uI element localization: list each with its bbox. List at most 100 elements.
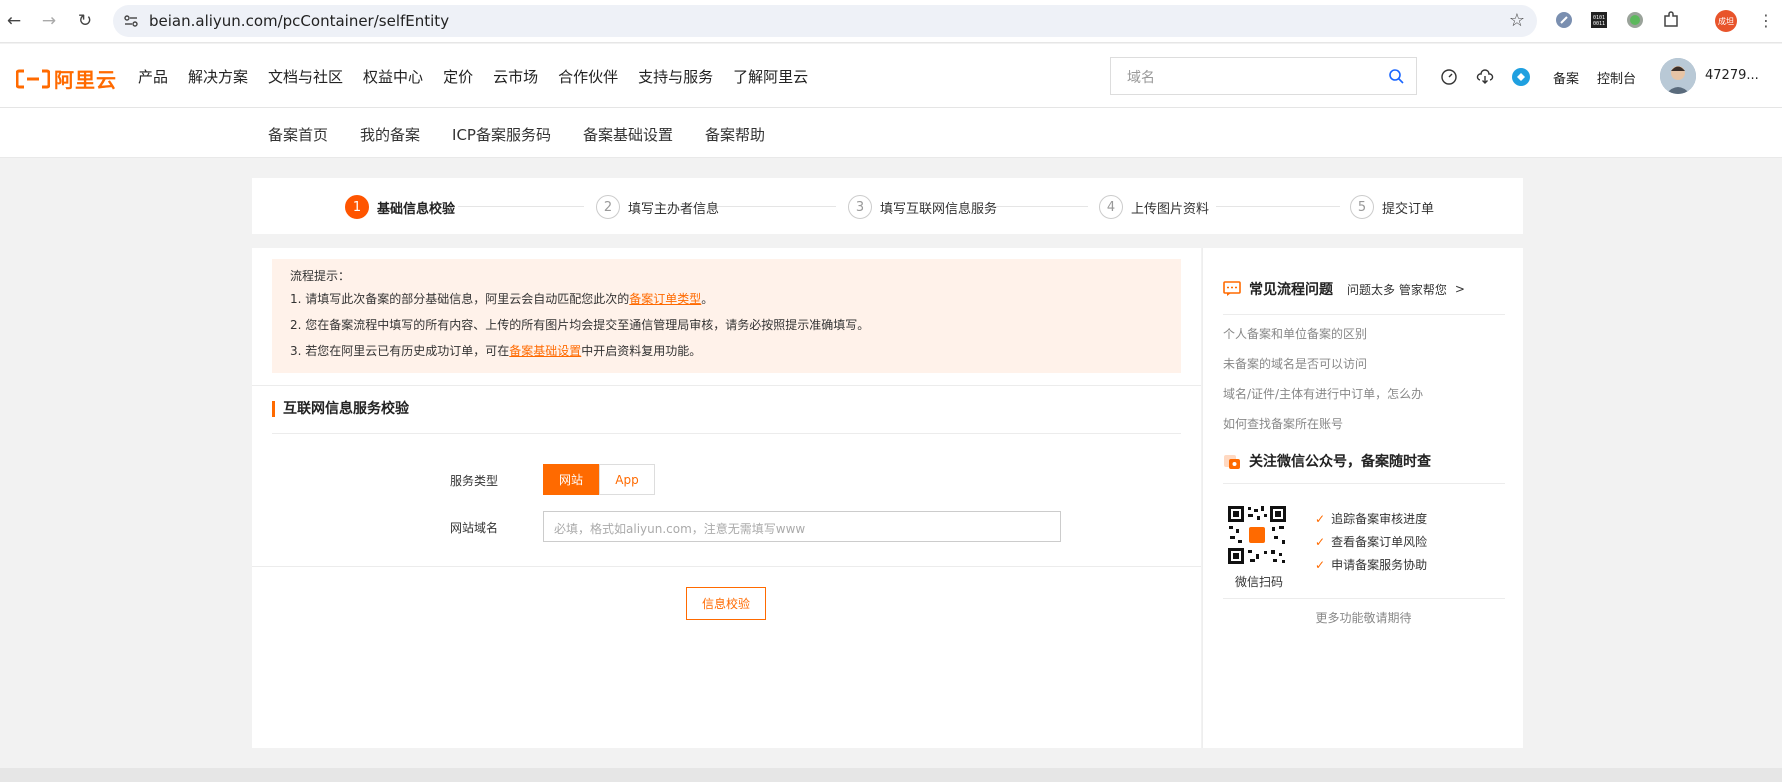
green-extension-icon[interactable] xyxy=(1626,11,1644,29)
beian-subnav: 备案首页 我的备案 ICP备案服务码 备案基础设置 备案帮助 xyxy=(0,108,1782,158)
avatar-portrait-icon xyxy=(1660,58,1696,94)
nav-item-partners[interactable]: 合作伙伴 xyxy=(558,66,618,87)
check-icon: ✓ xyxy=(1315,534,1326,549)
faq-header: 常见流程问题 问题太多 管家帮您 > xyxy=(1223,279,1465,299)
subnav-item-help[interactable]: 备案帮助 xyxy=(705,124,765,145)
service-type-label: 服务类型 xyxy=(450,474,499,488)
nav-item-about[interactable]: 了解阿里云 xyxy=(733,66,808,87)
subnav-item-home[interactable]: 备案首页 xyxy=(268,124,328,145)
nav-item-marketplace[interactable]: 云市场 xyxy=(493,66,538,87)
browser-toolbar: ← → ↻ beian.aliyun.com/pcContainer/selfE… xyxy=(0,0,1782,43)
step-number: 5 xyxy=(1350,195,1374,219)
extensions-puzzle-icon[interactable] xyxy=(1662,11,1680,29)
chevron-right-icon[interactable]: > xyxy=(1455,282,1465,296)
wechat-header: 关注微信公众号，备案随时查 xyxy=(1223,451,1431,471)
step-label: 填写互联网信息服务 xyxy=(880,201,998,217)
progress-steps: 1 基础信息校验 2 填写主办者信息 3 填写互联网信息服务 4 上传图片资料 … xyxy=(252,178,1523,234)
faq-item[interactable]: 个人备案和单位备案的区别 xyxy=(1223,325,1367,342)
search-icon[interactable] xyxy=(1388,68,1404,84)
faq-item[interactable]: 未备案的域名是否可以访问 xyxy=(1223,355,1367,372)
domain-input[interactable]: 必填，格式如aliyun.com，注意无需填写www xyxy=(543,511,1061,542)
step-4: 4 上传图片资料 xyxy=(1099,195,1209,219)
more-features-note: 更多功能敬请期待 xyxy=(1315,611,1412,625)
faq-helper-link[interactable]: 问题太多 管家帮您 xyxy=(1347,281,1447,298)
tips-title: 流程提示： xyxy=(290,269,351,283)
user-avatar[interactable] xyxy=(1660,58,1696,94)
tips-text: 。 xyxy=(701,292,714,306)
step-label: 填写主办者信息 xyxy=(628,201,720,217)
tips-line-1: 1. 请填写此次备案的部分基础信息，阿里云会自动匹配您此次的备案订单类型。 xyxy=(290,290,1163,307)
feature-item: ✓ 追踪备案审核进度 xyxy=(1315,510,1427,527)
step-label: 基础信息校验 xyxy=(377,201,456,217)
wechat-qr-code xyxy=(1226,504,1288,566)
step-connector xyxy=(992,206,1088,207)
divider xyxy=(1223,483,1505,484)
bookmark-star-icon[interactable]: ☆ xyxy=(1509,10,1525,31)
verify-button[interactable]: 信息校验 xyxy=(686,587,766,620)
aliyun-logo[interactable]: 阿里云 xyxy=(16,64,117,93)
nav-item-pricing[interactable]: 定价 xyxy=(443,66,473,87)
beian-link[interactable]: 备案 xyxy=(1553,68,1579,87)
feature-item: ✓ 查看备案订单风险 xyxy=(1315,533,1427,550)
faq-item[interactable]: 如何查找备案所在账号 xyxy=(1223,415,1343,432)
step-1: 1 基础信息校验 xyxy=(345,195,455,219)
nav-item-support[interactable]: 支持与服务 xyxy=(638,66,713,87)
url-text[interactable]: beian.aliyun.com/pcContainer/selfEntity xyxy=(149,12,449,30)
step-number: 1 xyxy=(345,195,369,219)
step-label: 上传图片资料 xyxy=(1131,201,1210,217)
extension-icon[interactable] xyxy=(1555,11,1573,29)
back-icon[interactable]: ← xyxy=(3,10,25,32)
step-5: 5 提交订单 xyxy=(1350,195,1434,219)
binary-extension-icon[interactable]: 01010011 xyxy=(1590,11,1608,29)
reload-icon[interactable]: ↻ xyxy=(74,10,96,32)
console-link[interactable]: 控制台 xyxy=(1597,68,1636,87)
main-panel: 流程提示： 1. 请填写此次备案的部分基础信息，阿里云会自动匹配您此次的备案订单… xyxy=(252,248,1201,748)
ai-assistant-icon[interactable] xyxy=(1512,68,1530,86)
gauge-icon[interactable] xyxy=(1440,68,1458,86)
beian-settings-link[interactable]: 备案基础设置 xyxy=(509,344,581,358)
option-website[interactable]: 网站 xyxy=(543,464,599,495)
nav-item-solutions[interactable]: 解决方案 xyxy=(188,66,248,87)
domain-placeholder: 必填，格式如aliyun.com，注意无需填写www xyxy=(554,522,806,536)
step-connector xyxy=(458,206,584,207)
main-nav: 产品 解决方案 文档与社区 权益中心 定价 云市场 合作伙伴 支持与服务 了解阿… xyxy=(138,66,808,87)
service-type-selector: 网站 App xyxy=(543,464,655,495)
side-panel: 常见流程问题 问题太多 管家帮您 > 个人备案和单位备案的区别 未备案的域名是否… xyxy=(1202,248,1523,748)
profile-avatar[interactable]: 成坦 xyxy=(1715,10,1737,32)
svg-text:0011: 0011 xyxy=(1593,21,1605,27)
faq-title: 常见流程问题 xyxy=(1249,282,1333,298)
subnav-item-my-beian[interactable]: 我的备案 xyxy=(360,124,420,145)
step-number: 4 xyxy=(1099,195,1123,219)
nav-item-docs[interactable]: 文档与社区 xyxy=(268,66,343,87)
step-connector xyxy=(1216,206,1340,207)
divider xyxy=(252,385,1201,386)
divider xyxy=(272,433,1181,434)
cloud-download-icon[interactable] xyxy=(1476,68,1494,86)
divider xyxy=(1223,314,1505,315)
wechat-follow-icon xyxy=(1224,455,1240,469)
tips-line-2: 2. 您在备案流程中填写的所有内容、上传的所有图片均会提交至通信管理局审核，请务… xyxy=(290,318,870,332)
tips-text: 3. 若您在阿里云已有历史成功订单，可在 xyxy=(290,344,510,358)
subnav-item-settings[interactable]: 备案基础设置 xyxy=(583,124,673,145)
forward-icon[interactable]: → xyxy=(38,10,60,32)
qr-label: 微信扫码 xyxy=(1235,575,1284,589)
search-placeholder: 域名 xyxy=(1127,70,1155,86)
feature-item: ✓ 申请备案服务协助 xyxy=(1315,556,1427,573)
faq-item[interactable]: 域名/证件/主体有进行中订单，怎么办 xyxy=(1223,385,1423,402)
aliyun-logo-icon xyxy=(16,69,50,88)
process-tips: 流程提示： 1. 请填写此次备案的部分基础信息，阿里云会自动匹配您此次的备案订单… xyxy=(272,259,1181,373)
search-input[interactable]: 域名 xyxy=(1110,57,1417,95)
chat-bubble-icon xyxy=(1223,281,1241,296)
nav-item-benefits[interactable]: 权益中心 xyxy=(363,66,423,87)
user-name[interactable]: 47279... xyxy=(1705,68,1759,83)
address-bar[interactable]: beian.aliyun.com/pcContainer/selfEntity … xyxy=(113,5,1537,37)
chrome-menu-icon[interactable]: ⋮ xyxy=(1758,10,1774,32)
check-icon: ✓ xyxy=(1315,511,1326,526)
subnav-item-icp-code[interactable]: ICP备案服务码 xyxy=(452,124,551,145)
order-type-link[interactable]: 备案订单类型 xyxy=(629,292,701,306)
nav-item-products[interactable]: 产品 xyxy=(138,66,168,87)
site-settings-icon[interactable] xyxy=(123,13,139,29)
site-header: 阿里云 产品 解决方案 文档与社区 权益中心 定价 云市场 合作伙伴 支持与服务… xyxy=(0,44,1782,108)
wechat-title: 关注微信公众号，备案随时查 xyxy=(1249,454,1431,470)
option-app[interactable]: App xyxy=(599,464,655,495)
